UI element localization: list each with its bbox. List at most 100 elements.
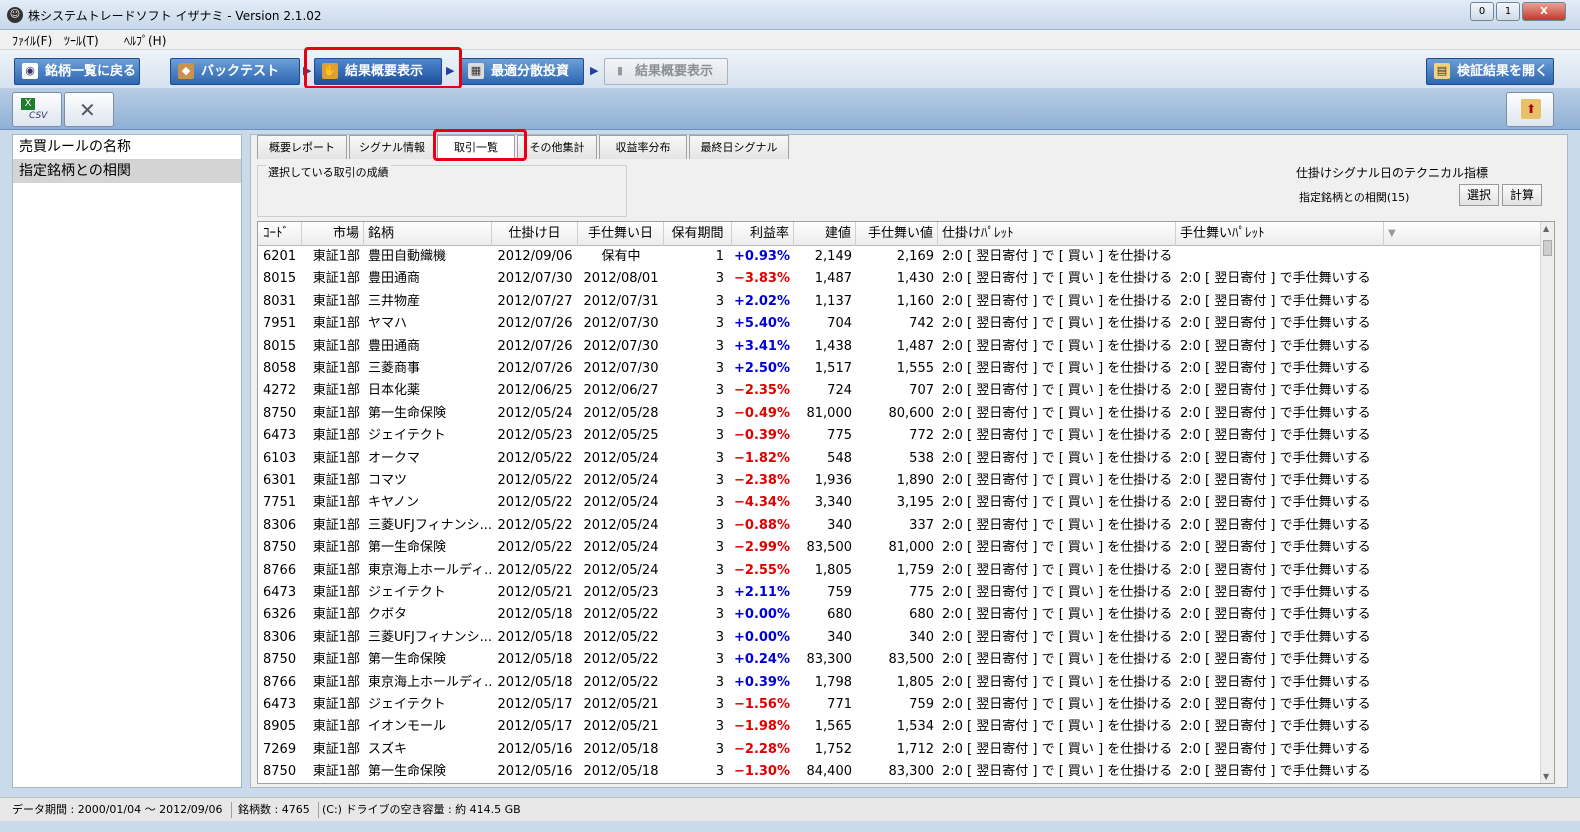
cell-name: キヤノン [368, 495, 419, 511]
table-row[interactable]: 6473 東証1部 ジェイテクト 2012/05/23 2012/05/25 3 −0.39… [258, 425, 1554, 447]
cell-market: 東証1部 [312, 271, 360, 287]
header-exit-date[interactable]: 手仕舞い日 [578, 222, 664, 246]
cell-return: −2.28% [734, 741, 790, 757]
header-dropdown-icon[interactable]: ▼ [1384, 222, 1542, 246]
header-exit-price[interactable]: 手仕舞い値 [856, 222, 938, 246]
tab-signal-info[interactable]: シグナル情報 [349, 135, 435, 159]
close-button[interactable]: X [1522, 2, 1566, 21]
cell-entry-price: 1,487 [814, 271, 852, 287]
cell-exit-date: 2012/05/22 [583, 652, 659, 668]
cell-code: 8306 [263, 629, 297, 645]
table-row[interactable]: 6103 東証1部 オークマ 2012/05/22 2012/05/24 3 −1.82% 5… [258, 448, 1554, 470]
table-row[interactable]: 8750 東証1部 第一生命保険 2012/05/16 2012/05/18 3 −1.30… [258, 761, 1554, 783]
table-row[interactable]: 8905 東証1部 イオンモール 2012/05/17 2012/05/21 3 −1.98… [258, 716, 1554, 738]
scroll-up-icon[interactable]: ▲ [1543, 224, 1549, 233]
scroll-down-icon[interactable]: ▼ [1543, 772, 1549, 781]
cell-market: 東証1部 [312, 428, 360, 444]
csv-export-button[interactable]: X CSV [12, 92, 62, 127]
cell-holding-period: 3 [715, 607, 724, 623]
maximize-button[interactable]: 1 [1496, 2, 1520, 21]
cell-holding-period: 3 [715, 450, 724, 466]
header-entry-price[interactable]: 建値 [794, 222, 856, 246]
open-results-button[interactable]: ▤ 検証結果を開く [1426, 58, 1554, 85]
cell-holding-period: 3 [715, 405, 724, 421]
table-row[interactable]: 6473 東証1部 ジェイテクト 2012/05/21 2012/05/23 3 +2.11… [258, 582, 1554, 604]
select-button[interactable]: 選択 [1459, 184, 1499, 206]
table-row[interactable]: 7951 東証1部 ヤマハ 2012/07/26 2012/07/30 3 +5.40% 70… [258, 313, 1554, 335]
header-exit-palette[interactable]: 手仕舞いﾊﾟﾚｯﾄ [1176, 222, 1384, 246]
table-row[interactable]: 8015 東証1部 豊田通商 2012/07/30 2012/08/01 3 −3.83% 1… [258, 268, 1554, 290]
cell-return: +0.39% [734, 674, 790, 690]
header-entry-date[interactable]: 仕掛け日 [492, 222, 578, 246]
cell-entry-price: 83,300 [806, 652, 853, 668]
table-row[interactable]: 6326 東証1部 クボタ 2012/05/18 2012/05/22 3 +0.00% 68… [258, 604, 1554, 626]
cell-code: 6301 [263, 473, 297, 488]
cell-exit-price: 1,712 [896, 741, 934, 757]
cell-exit-price: 759 [909, 697, 934, 712]
rule-list-item[interactable]: 指定銘柄との相関 [13, 159, 241, 183]
menu-file[interactable]: ﾌｧｲﾙ(F) [12, 32, 52, 49]
header-code[interactable]: ｺｰﾄﾞ [258, 222, 302, 246]
table-row[interactable]: 8058 東証1部 三菱商事 2012/07/26 2012/07/30 3 +2.50% 1… [258, 358, 1554, 380]
cell-code: 8058 [263, 361, 297, 376]
step-arrow-icon: ▶ [590, 64, 599, 77]
toolbar: X CSV ✕ ⬆ [0, 88, 1580, 130]
cell-exit-price: 1,805 [896, 674, 934, 690]
table-row[interactable]: 7269 東証1部 スズキ 2012/05/16 2012/05/18 3 −2.28% 1,… [258, 739, 1554, 761]
table-row[interactable]: 8750 東証1部 第一生命保険 2012/05/24 2012/05/28 3 −0.49… [258, 403, 1554, 425]
cell-holding-period: 3 [715, 562, 724, 578]
tab-last-day-signal[interactable]: 最終日シグナル [689, 135, 789, 159]
table-row[interactable]: 8306 東証1部 三菱UFJフィナンシ... 2012/05/22 2012/05/2… [258, 515, 1554, 537]
backtest-button[interactable]: ◆ バックテスト [170, 58, 300, 85]
cell-entry-date: 2012/07/27 [497, 293, 573, 309]
tab-return-distribution[interactable]: 収益率分布 [599, 135, 687, 159]
table-row[interactable]: 6301 東証1部 コマツ 2012/05/22 2012/05/24 3 −2.38% 1,… [258, 470, 1554, 492]
header-entry-palette[interactable]: 仕掛けﾊﾟﾚｯﾄ [938, 222, 1176, 246]
scroll-thumb[interactable] [1543, 240, 1552, 256]
cell-market: 東証1部 [312, 719, 360, 735]
cell-exit-date: 2012/05/22 [583, 607, 659, 623]
header-market[interactable]: 市場 [302, 222, 364, 246]
table-row[interactable]: 8766 東証1部 東京海上ホールディ... 2012/05/22 2012/05/24… [258, 560, 1554, 582]
cell-market: 東証1部 [312, 585, 360, 600]
cell-return: −1.98% [734, 719, 790, 735]
cell-exit-palette: 2:0 [ 翌日寄付 ] で手仕舞いする [1180, 361, 1371, 376]
table-row[interactable]: 8031 東証1部 三井物産 2012/07/27 2012/07/31 3 +2.02% 1… [258, 291, 1554, 313]
header-return[interactable]: 利益率 [732, 222, 794, 246]
table-row[interactable]: 8750 東証1部 第一生命保険 2012/05/22 2012/05/24 3 −2.99… [258, 537, 1554, 559]
tools-button[interactable]: ✕ [64, 92, 114, 127]
cell-code: 6473 [263, 428, 297, 444]
cell-exit-price: 2,169 [896, 249, 934, 264]
tab-other-stats[interactable]: その他集計 [517, 135, 597, 159]
cell-market: 東証1部 [312, 450, 360, 466]
cell-exit-palette: 2:0 [ 翌日寄付 ] で手仕舞いする [1180, 764, 1371, 780]
summary2-button[interactable]: ▮ 結果概要表示 [604, 58, 728, 85]
cell-entry-date: 2012/06/25 [497, 383, 573, 399]
cell-name: 三菱UFJフィナンシ... [368, 517, 492, 533]
table-row[interactable]: 8306 東証1部 三菱UFJフィナンシ... 2012/05/18 2012/05/2… [258, 627, 1554, 649]
calculate-button[interactable]: 計算 [1502, 184, 1542, 206]
table-row[interactable]: 6473 東証1部 ジェイテクト 2012/05/17 2012/05/21 3 −1.56… [258, 694, 1554, 716]
header-holding-period[interactable]: 保有期間 [664, 222, 732, 246]
table-row[interactable]: 4272 東証1部 日本化薬 2012/06/25 2012/06/27 3 −2.35% 7… [258, 380, 1554, 402]
table-row[interactable]: 8015 東証1部 豊田通商 2012/07/26 2012/07/30 3 +3.41% 1… [258, 336, 1554, 358]
table-row[interactable]: 8766 東証1部 東京海上ホールディ... 2012/05/18 2012/05/22… [258, 672, 1554, 694]
cell-exit-palette: 2:0 [ 翌日寄付 ] で手仕舞いする [1180, 629, 1371, 645]
cell-name: 第一生命保険 [368, 540, 447, 556]
menu-help[interactable]: ﾍﾙﾌﾟ(H) [124, 32, 166, 49]
header-name[interactable]: 銘柄 [364, 222, 492, 246]
tab-summary-report[interactable]: 概要レポート [257, 135, 347, 159]
menu-tools[interactable]: ﾂｰﾙ(T) [64, 32, 99, 49]
optimal-investment-button[interactable]: ▦ 最適分散投資 [460, 58, 584, 85]
table-row[interactable]: 6201 東証1部 豊田自動織機 2012/09/06 保有中 1 +0.93% 2,149 2… [258, 246, 1554, 268]
table-row[interactable]: 8750 東証1部 第一生命保険 2012/05/18 2012/05/22 3 +0.24… [258, 649, 1554, 671]
minimize-button[interactable]: 0 [1470, 2, 1494, 21]
cell-entry-date: 2012/05/22 [497, 450, 573, 466]
back-to-list-button[interactable]: ◉ 銘柄一覧に戻る [14, 58, 140, 85]
cell-entry-palette: 2:0 [ 翌日寄付 ] で [ 買い ] を仕掛ける [942, 764, 1173, 780]
cell-holding-period: 3 [715, 473, 724, 488]
backtest-label: バックテスト [201, 64, 280, 79]
table-row[interactable]: 7751 東証1部 キヤノン 2012/05/22 2012/05/24 3 −4.34% 3… [258, 492, 1554, 514]
vertical-scrollbar[interactable]: ▲ ▼ [1540, 222, 1554, 783]
upload-button[interactable]: ⬆ [1506, 92, 1554, 127]
